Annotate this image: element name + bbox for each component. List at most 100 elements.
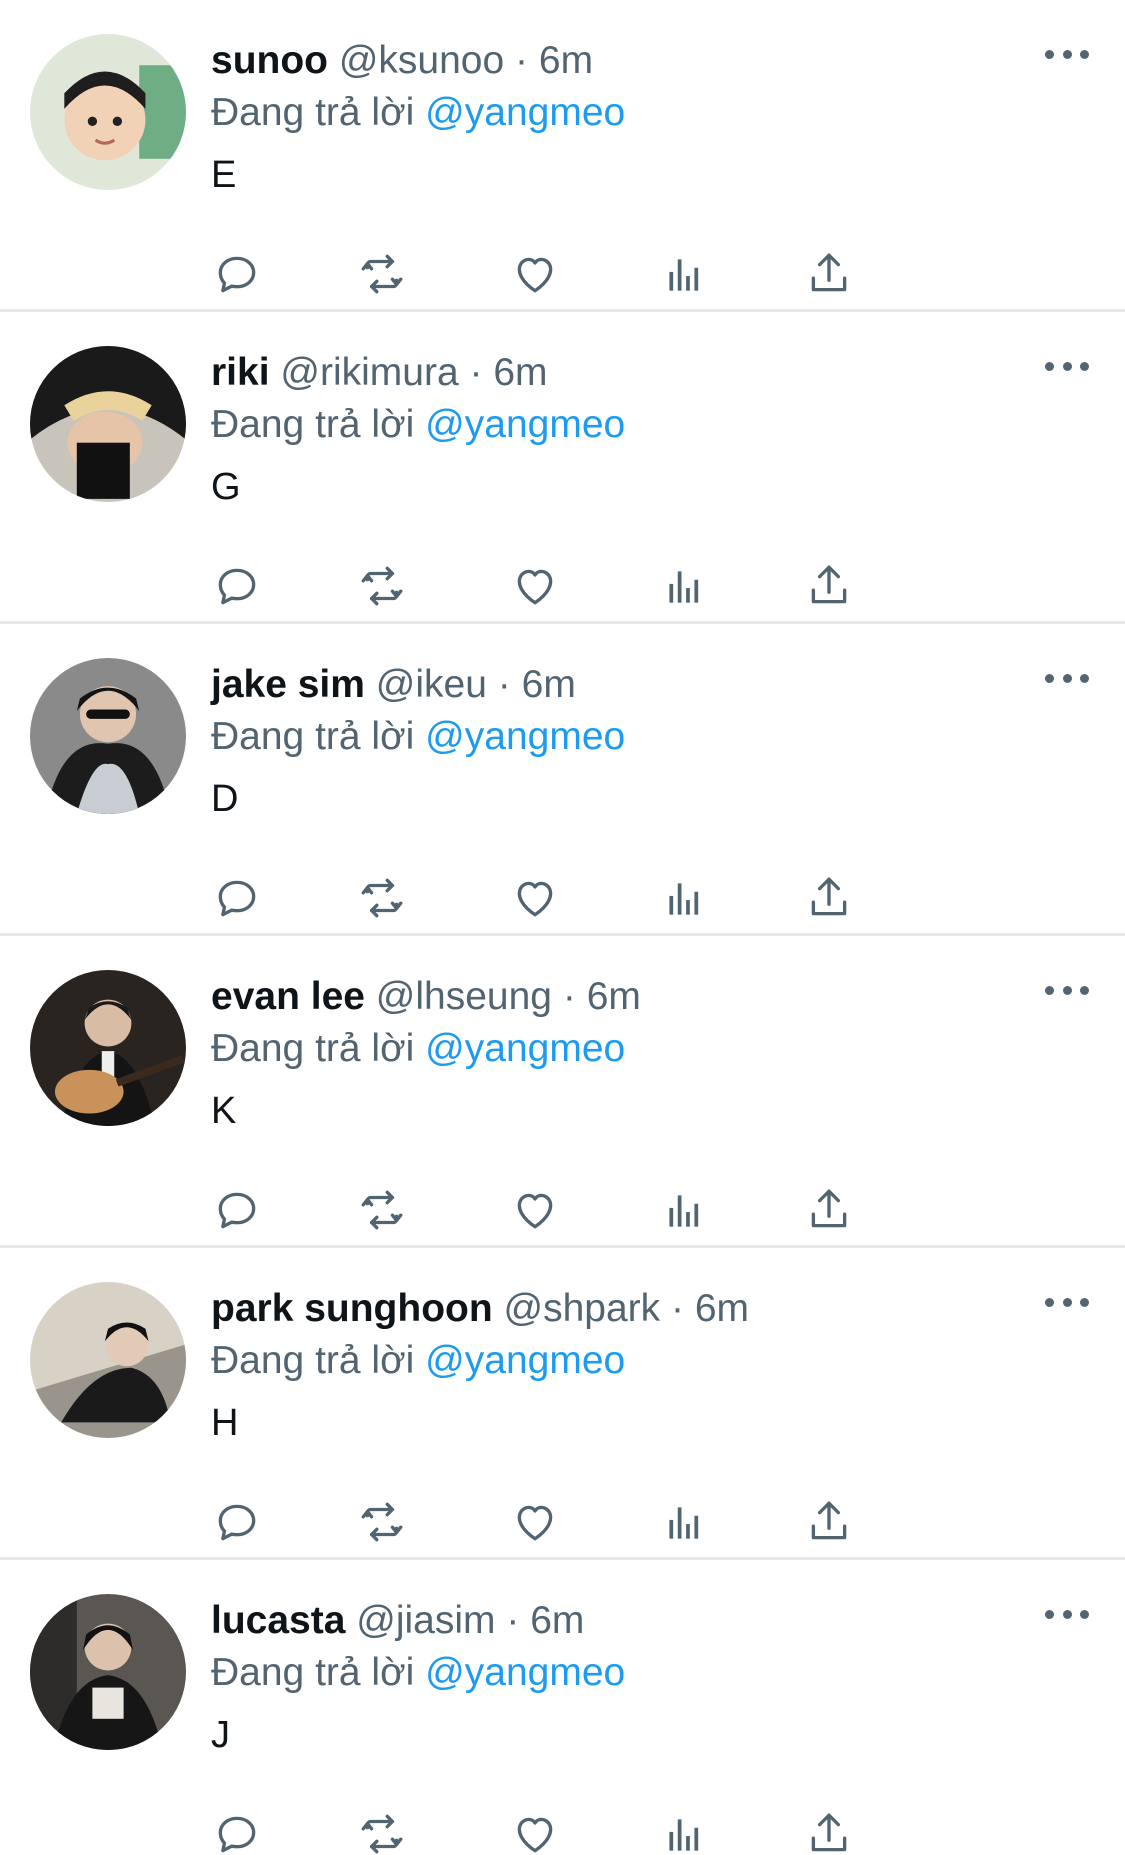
tweet[interactable]: lucasta @jiasim · 6m Đang trả lời @yangm… xyxy=(0,1560,1125,1855)
retweet-button[interactable] xyxy=(356,248,408,300)
tweet[interactable]: sunoo @ksunoo · 6m Đang trả lời @yangmeo… xyxy=(0,0,1125,312)
like-icon xyxy=(510,873,560,923)
tweet-header: riki @rikimura · 6m xyxy=(211,348,1095,398)
replying-to-label: Đang trả lời xyxy=(211,403,415,446)
retweet-button[interactable] xyxy=(356,872,408,924)
tweet-body: park sunghoon @shpark · 6m Đang trả lời … xyxy=(211,1284,1095,1448)
user-handle[interactable]: @shpark xyxy=(504,1287,661,1330)
reply-button[interactable] xyxy=(211,1496,263,1548)
more-options-icon[interactable] xyxy=(1045,668,1089,688)
avatar[interactable] xyxy=(30,658,186,814)
like-button[interactable] xyxy=(509,1184,561,1236)
more-options-icon[interactable] xyxy=(1045,1604,1089,1624)
display-name[interactable]: park sunghoon xyxy=(211,1287,493,1330)
views-icon xyxy=(659,1185,709,1235)
tweet-text: J xyxy=(211,1714,230,1756)
share-button[interactable] xyxy=(803,1184,855,1236)
views-button[interactable] xyxy=(658,1496,710,1548)
views-icon xyxy=(659,1809,709,1855)
more-options-icon[interactable] xyxy=(1045,44,1089,64)
tweet[interactable]: evan lee @lhseung · 6m Đang trả lời @yan… xyxy=(0,936,1125,1248)
tweet[interactable]: jake sim @ikeu · 6m Đang trả lời @yangme… xyxy=(0,624,1125,936)
reply-button[interactable] xyxy=(211,560,263,612)
timestamp[interactable]: 6m xyxy=(530,1599,584,1642)
more-options-icon[interactable] xyxy=(1045,980,1089,1000)
tweet-text: H xyxy=(211,1402,239,1444)
reply-button[interactable] xyxy=(211,1808,263,1855)
retweet-button[interactable] xyxy=(356,1184,408,1236)
share-icon xyxy=(804,249,854,299)
tweet-header: evan lee @lhseung · 6m xyxy=(211,972,1095,1022)
replying-to: Đang trả lời @yangmeo xyxy=(211,1022,1095,1076)
mention-link[interactable]: @yangmeo xyxy=(425,1339,625,1382)
mention-link[interactable]: @yangmeo xyxy=(425,403,625,446)
like-button[interactable] xyxy=(509,248,561,300)
timestamp[interactable]: 6m xyxy=(539,39,593,82)
retweet-button[interactable] xyxy=(356,560,408,612)
reply-button[interactable] xyxy=(211,248,263,300)
reply-button[interactable] xyxy=(211,872,263,924)
retweet-button[interactable] xyxy=(356,1496,408,1548)
views-button[interactable] xyxy=(658,248,710,300)
share-button[interactable] xyxy=(803,872,855,924)
reply-icon xyxy=(212,1809,262,1855)
user-handle[interactable]: @ksunoo xyxy=(339,39,504,82)
mention-link[interactable]: @yangmeo xyxy=(425,1027,625,1070)
mention-link[interactable]: @yangmeo xyxy=(425,1651,625,1694)
like-button[interactable] xyxy=(509,1808,561,1855)
timestamp[interactable]: 6m xyxy=(695,1287,749,1330)
timestamp[interactable]: 6m xyxy=(493,351,547,394)
avatar[interactable] xyxy=(30,1594,186,1750)
share-button[interactable] xyxy=(803,1808,855,1855)
reply-button[interactable] xyxy=(211,1184,263,1236)
avatar[interactable] xyxy=(30,346,186,502)
tweet[interactable]: riki @rikimura · 6m Đang trả lời @yangme… xyxy=(0,312,1125,624)
like-button[interactable] xyxy=(509,872,561,924)
display-name[interactable]: jake sim xyxy=(211,663,365,706)
share-icon xyxy=(804,561,854,611)
avatar[interactable] xyxy=(30,34,186,190)
separator-dot: · xyxy=(515,39,529,82)
timestamp[interactable]: 6m xyxy=(522,663,576,706)
replying-to-label: Đang trả lời xyxy=(211,91,415,134)
tweet[interactable]: park sunghoon @shpark · 6m Đang trả lời … xyxy=(0,1248,1125,1560)
share-button[interactable] xyxy=(803,248,855,300)
more-options-icon[interactable] xyxy=(1045,356,1089,376)
share-icon xyxy=(804,1497,854,1547)
share-button[interactable] xyxy=(803,560,855,612)
views-button[interactable] xyxy=(658,560,710,612)
retweet-button[interactable] xyxy=(356,1808,408,1855)
display-name[interactable]: evan lee xyxy=(211,975,365,1018)
replying-to: Đang trả lời @yangmeo xyxy=(211,710,1095,764)
avatar[interactable] xyxy=(30,970,186,1126)
retweet-icon xyxy=(357,249,407,299)
replying-to: Đang trả lời @yangmeo xyxy=(211,1646,1095,1700)
action-bar xyxy=(211,872,1001,922)
display-name[interactable]: riki xyxy=(211,351,270,394)
more-options-icon[interactable] xyxy=(1045,1292,1089,1312)
views-button[interactable] xyxy=(658,872,710,924)
user-handle[interactable]: @jiasim xyxy=(356,1599,495,1642)
user-handle[interactable]: @ikeu xyxy=(376,663,487,706)
tweet-header: lucasta @jiasim · 6m xyxy=(211,1596,1095,1646)
like-button[interactable] xyxy=(509,1496,561,1548)
user-handle[interactable]: @rikimura xyxy=(280,351,458,394)
tweet-header: sunoo @ksunoo · 6m xyxy=(211,36,1095,86)
views-icon xyxy=(659,873,709,923)
retweet-icon xyxy=(357,873,407,923)
mention-link[interactable]: @yangmeo xyxy=(425,715,625,758)
avatar[interactable] xyxy=(30,1282,186,1438)
mention-link[interactable]: @yangmeo xyxy=(425,91,625,134)
views-button[interactable] xyxy=(658,1808,710,1855)
retweet-icon xyxy=(357,561,407,611)
user-handle[interactable]: @lhseung xyxy=(376,975,552,1018)
like-icon xyxy=(510,249,560,299)
replying-to: Đang trả lời @yangmeo xyxy=(211,1334,1095,1388)
timestamp[interactable]: 6m xyxy=(587,975,641,1018)
views-button[interactable] xyxy=(658,1184,710,1236)
display-name[interactable]: lucasta xyxy=(211,1599,345,1642)
display-name[interactable]: sunoo xyxy=(211,39,328,82)
tweet-body: sunoo @ksunoo · 6m Đang trả lời @yangmeo… xyxy=(211,36,1095,200)
like-button[interactable] xyxy=(509,560,561,612)
share-button[interactable] xyxy=(803,1496,855,1548)
